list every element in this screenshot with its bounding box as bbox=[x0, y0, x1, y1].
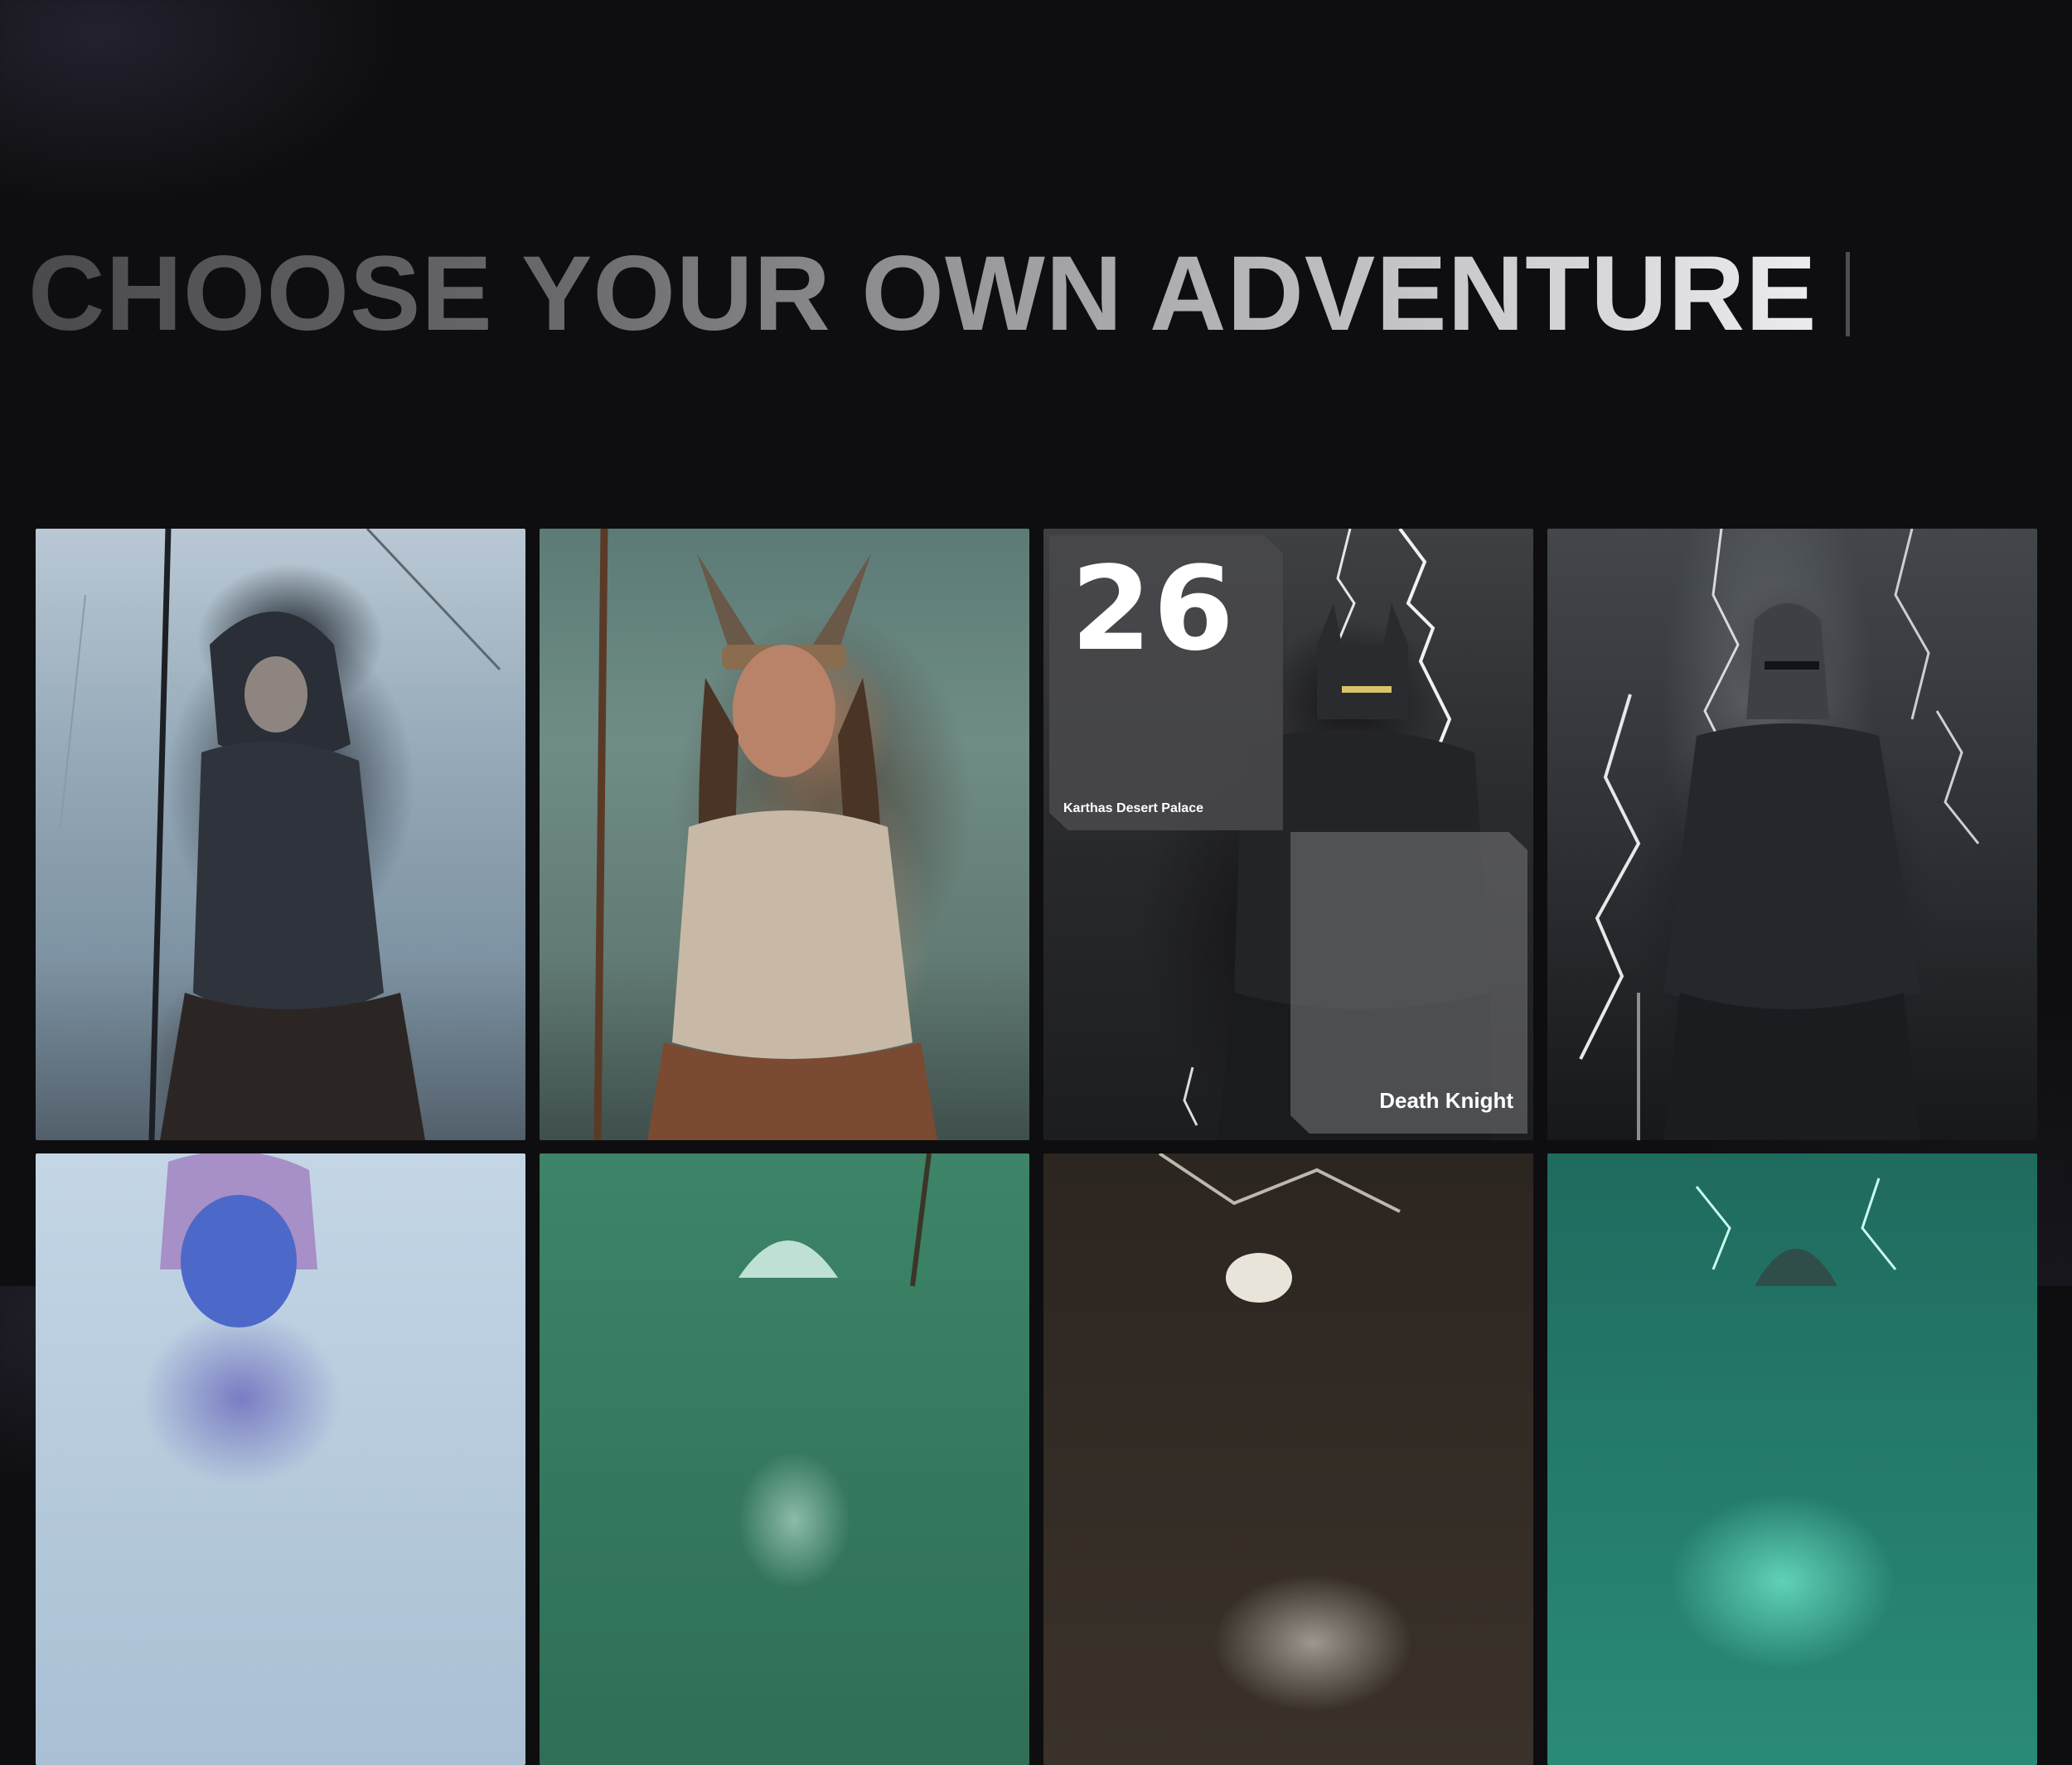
blue-faced-sorceress-art bbox=[36, 1153, 525, 1765]
page-headline: CHOOSE YOUR OWN ADVENTURE bbox=[28, 232, 1850, 356]
character-card[interactable] bbox=[1043, 1153, 1533, 1765]
green-hooded-figure-art bbox=[540, 1153, 1029, 1765]
chapter-number-panel: 26 Karthas Desert Palace bbox=[1049, 535, 1283, 830]
teal-hooded-mage-art bbox=[1547, 1153, 2037, 1765]
armored-knight-art bbox=[1547, 529, 2037, 1140]
chapter-number: 26 bbox=[1071, 542, 1236, 677]
character-card[interactable] bbox=[1547, 1153, 2037, 1765]
location-label: Karthas Desert Palace bbox=[1063, 801, 1203, 815]
character-card[interactable] bbox=[36, 1153, 525, 1765]
headline-text: CHOOSE YOUR OWN ADVENTURE bbox=[28, 235, 1818, 353]
character-card[interactable] bbox=[36, 529, 525, 1140]
text-cursor bbox=[1845, 252, 1850, 336]
character-card[interactable]: 26 Karthas Desert Palace Death Knight bbox=[1043, 529, 1533, 1140]
character-name-panel: Death Knight bbox=[1290, 832, 1527, 1134]
character-card[interactable] bbox=[540, 1153, 1029, 1765]
dark-storm-art bbox=[1043, 1153, 1533, 1765]
character-card[interactable] bbox=[540, 529, 1029, 1140]
warrior-woman-art bbox=[540, 529, 1029, 1140]
character-name: Death Knight bbox=[1379, 1088, 1513, 1113]
character-card[interactable] bbox=[1547, 529, 2037, 1140]
character-grid: 26 Karthas Desert Palace Death Knight bbox=[36, 529, 2037, 1765]
hooded-ranger-art bbox=[36, 529, 525, 1140]
